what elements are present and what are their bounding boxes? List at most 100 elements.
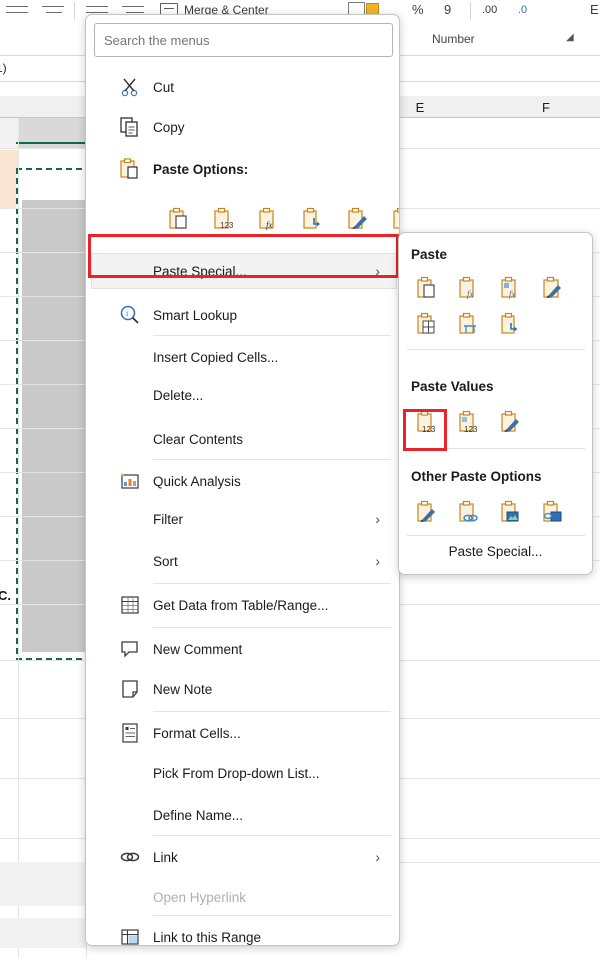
- svg-text:fx: fx: [266, 220, 273, 230]
- cell-styles-partial-icon[interactable]: E: [590, 2, 599, 17]
- clipboard-icon: [119, 158, 141, 180]
- menu-separator-6: [153, 835, 391, 836]
- paste-transpose-icon[interactable]: [497, 311, 525, 337]
- submenu-paste-special-item[interactable]: Paste Special...: [399, 535, 592, 567]
- search-menus-wrapper[interactable]: [94, 23, 393, 57]
- paste-all-icon[interactable]: [413, 275, 441, 301]
- menu-item-new-comment[interactable]: New Comment: [91, 631, 396, 667]
- menu-item-cut[interactable]: Cut: [91, 69, 396, 105]
- formula-bar-value: 1): [0, 61, 7, 75]
- number-group-label: Number: [432, 32, 475, 46]
- active-cell-underline: [16, 142, 90, 144]
- paste-link-icon[interactable]: [391, 207, 399, 231]
- align-left-icon-line2: [6, 12, 28, 13]
- copy-icon: [119, 116, 141, 138]
- number-divider: [470, 2, 471, 20]
- dialog-launcher-icon[interactable]: ◢: [566, 32, 577, 43]
- grid-cell-text: C.: [0, 588, 11, 603]
- search-input[interactable]: [94, 23, 393, 57]
- menu-item-clear-contents[interactable]: Clear Contents: [91, 421, 396, 457]
- menu-item-get-data-from-table-range[interactable]: Get Data from Table/Range...: [91, 587, 396, 623]
- paste-linked-picture-icon[interactable]: [539, 499, 567, 525]
- align-center-icon-line: [42, 6, 64, 7]
- chevron-right-icon-sort: ›: [375, 553, 380, 569]
- paste-formulas-formatting-icon[interactable]: fx: [497, 275, 525, 301]
- paste-keep-column-widths-icon[interactable]: [455, 311, 483, 337]
- menu-separator-3: [153, 583, 391, 584]
- paste-link-icon[interactable]: [455, 499, 483, 525]
- paste-values-formatting-icon[interactable]: [497, 409, 525, 435]
- paste-keep-source-formatting-icon[interactable]: [539, 275, 567, 301]
- menu-separator-5: [153, 711, 391, 712]
- quick-analysis-icon: [119, 470, 141, 492]
- menu-item-delete-label: Delete...: [153, 387, 204, 403]
- paste-options-icon-row[interactable]: 123 fx: [91, 201, 399, 237]
- svg-text:123: 123: [220, 221, 234, 230]
- menu-item-clear-contents-label: Clear Contents: [153, 431, 244, 447]
- submenu-section-paste-title: Paste: [411, 247, 448, 262]
- link-icon: [119, 846, 141, 868]
- column-header-f[interactable]: F: [516, 97, 576, 117]
- paste-special-submenu[interactable]: Paste fx fx Paste Values 123 123 Other P…: [398, 232, 593, 575]
- ants-top: [16, 168, 90, 170]
- menu-item-insert-copied-cells[interactable]: Insert Copied Cells...: [91, 339, 396, 375]
- paste-transpose-icon[interactable]: [301, 207, 327, 231]
- percent-style-label[interactable]: %: [412, 2, 424, 17]
- menu-item-delete[interactable]: Delete...: [91, 377, 396, 413]
- menu-item-format-cells[interactable]: Format Cells...: [91, 715, 396, 751]
- context-menu[interactable]: Cut Copy Paste Options:: [85, 14, 400, 946]
- copied-range-marching-ants: [16, 168, 90, 660]
- paste-formatting-icon[interactable]: [413, 499, 441, 525]
- grid-band-lower2: [0, 918, 86, 948]
- paste-special-highlight-box: [88, 234, 399, 278]
- grid-band-lower: [0, 862, 86, 906]
- menu-separator-4: [153, 627, 391, 628]
- menu-item-pick-from-dropdown-list[interactable]: Pick From Drop-down List...: [91, 755, 396, 791]
- menu-item-link[interactable]: Link ›: [91, 839, 396, 875]
- submenu-section-paste-values-title: Paste Values: [411, 379, 494, 394]
- paste-values-123-icon[interactable]: 123: [211, 207, 237, 231]
- decrease-decimal-label[interactable]: .0: [518, 4, 527, 16]
- align-left-icon-line: [6, 6, 28, 7]
- svg-text:fx: fx: [467, 289, 474, 299]
- menu-item-copy-label: Copy: [153, 119, 185, 135]
- note-icon: [119, 678, 141, 700]
- scissors-icon: [119, 76, 141, 98]
- increase-decimal-label[interactable]: .00: [482, 4, 497, 16]
- paste-formatting-icon[interactable]: [346, 207, 372, 231]
- comma-style-label[interactable]: 9: [444, 2, 451, 17]
- comment-icon: [119, 638, 141, 660]
- paste-all-icon[interactable]: [166, 207, 192, 231]
- menu-item-link-to-range-label: Link to this Range: [153, 929, 262, 945]
- table-icon: [119, 594, 141, 616]
- menu-separator-2: [153, 459, 391, 460]
- submenu-paste-special-label: Paste Special...: [448, 543, 543, 559]
- menu-item-new-note[interactable]: New Note: [91, 671, 396, 707]
- wrap-text-icon-line2: [86, 12, 108, 13]
- svg-text:i: i: [126, 309, 129, 318]
- paste-no-borders-icon[interactable]: [413, 311, 441, 337]
- menu-item-open-hyperlink: Open Hyperlink: [91, 879, 396, 915]
- paste-formulas-fx-icon[interactable]: fx: [256, 207, 282, 231]
- menu-separator: [153, 335, 391, 336]
- menu-separator-7: [153, 915, 391, 916]
- paste-picture-icon[interactable]: [497, 499, 525, 525]
- paste-values-number-formatting-icon[interactable]: 123: [455, 409, 483, 435]
- menu-item-link-to-this-range[interactable]: Link to this Range: [91, 919, 396, 945]
- menu-item-new-note-label: New Note: [153, 681, 213, 697]
- paste-options-label: Paste Options:: [153, 161, 249, 177]
- menu-item-copy[interactable]: Copy: [91, 109, 396, 145]
- menu-item-sort[interactable]: Sort ›: [91, 543, 396, 579]
- menu-item-pick-dropdown-label: Pick From Drop-down List...: [153, 765, 320, 781]
- menu-item-filter[interactable]: Filter ›: [91, 501, 396, 537]
- menu-item-smart-lookup[interactable]: i Smart Lookup: [91, 297, 396, 333]
- menu-item-smart-lookup-label: Smart Lookup: [153, 307, 238, 323]
- paste-formulas-fx-icon[interactable]: fx: [455, 275, 483, 301]
- submenu-section-other-paste-title: Other Paste Options: [411, 469, 542, 484]
- format-cells-icon: [119, 722, 141, 744]
- menu-item-sort-label: Sort: [153, 553, 178, 569]
- svg-text:123: 123: [464, 425, 478, 434]
- indent-icon-line: [122, 6, 144, 7]
- menu-item-define-name[interactable]: Define Name...: [91, 797, 396, 833]
- menu-item-quick-analysis[interactable]: Quick Analysis: [91, 463, 396, 499]
